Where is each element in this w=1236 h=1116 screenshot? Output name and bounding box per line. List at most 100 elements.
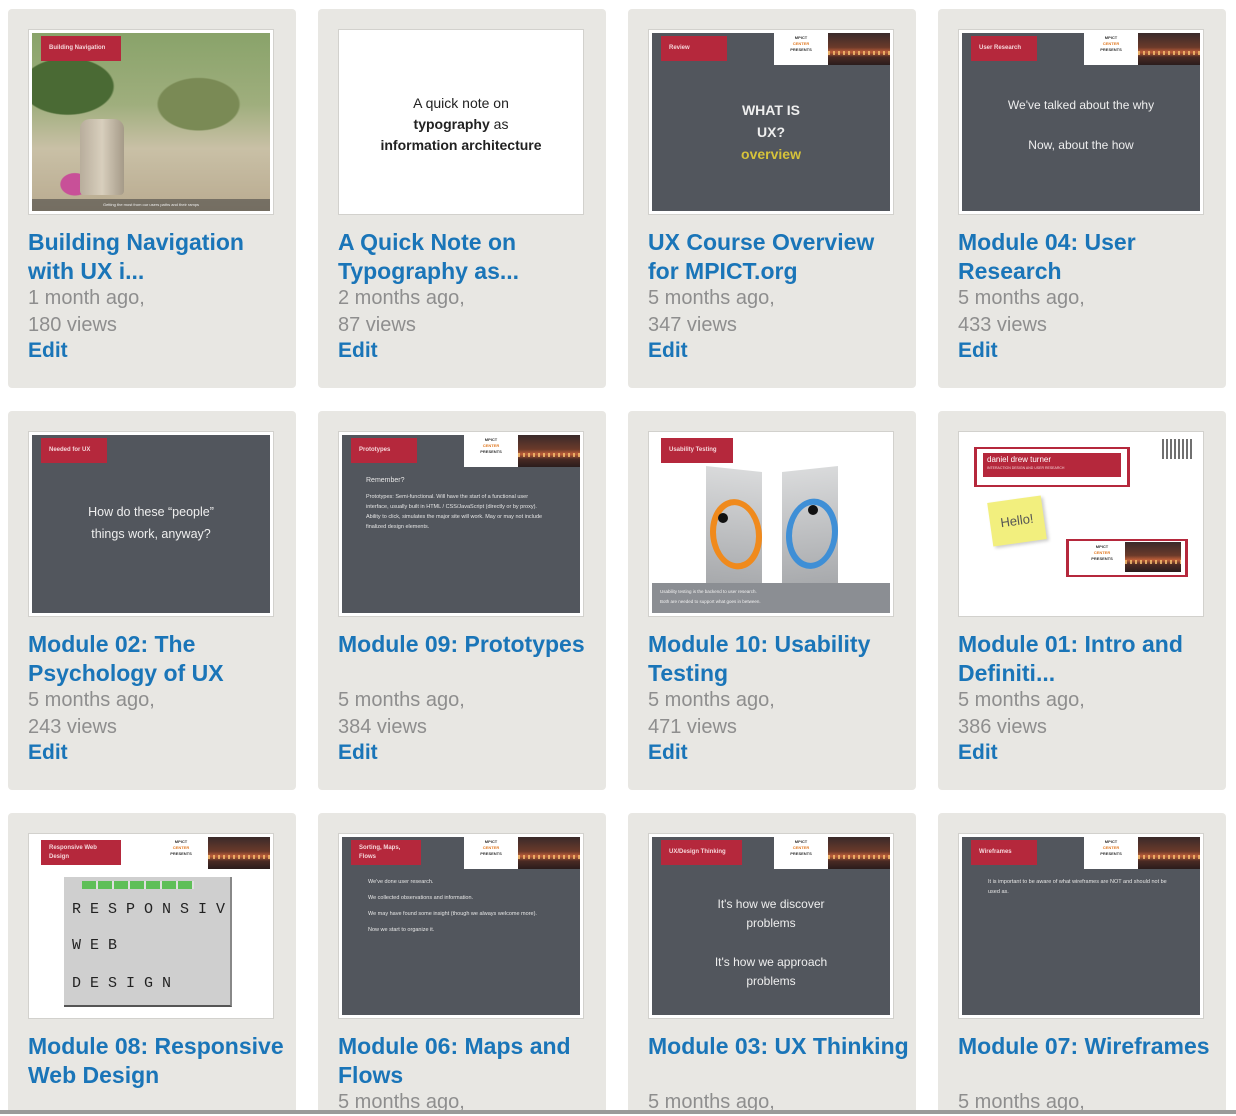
presentation-card: Review MPICT CENTER PRESENTS WHAT IS UX? o… bbox=[628, 9, 916, 388]
presentation-meta: 5 months ago, 347 views bbox=[648, 285, 775, 339]
slide-preview: Usability Testing Usability testing is t… bbox=[652, 435, 890, 613]
edit-link[interactable]: Edit bbox=[958, 741, 998, 765]
slide-word: as bbox=[489, 116, 509, 132]
presentation-title[interactable]: Module 10: Usability Testing bbox=[648, 630, 910, 688]
slide-thumbnail[interactable]: Usability Testing Usability testing is t… bbox=[648, 431, 894, 617]
brand-logo: MPICT CENTER PRESENTS bbox=[1100, 35, 1122, 52]
presentation-title[interactable]: Building Navigation with UX i... bbox=[28, 228, 290, 286]
city-skyline-image bbox=[828, 837, 890, 869]
brand-banner: MPICT CENTER PRESENTS bbox=[154, 837, 270, 869]
slide-thumbnail[interactable]: UX/Design Thinking MPICT CENTER PRESENTS I… bbox=[648, 833, 894, 1019]
slide-caption-bar: Usability testing is the backend to user… bbox=[652, 583, 890, 613]
upload-time: 2 months ago, bbox=[338, 287, 465, 309]
presentation-title[interactable]: Module 03: UX Thinking bbox=[648, 1032, 910, 1061]
slide-preview: Review MPICT CENTER PRESENTS WHAT IS UX? o… bbox=[652, 33, 890, 211]
slide-preview: UX/Design Thinking MPICT CENTER PRESENTS I… bbox=[652, 837, 890, 1015]
slide-tag: Sorting, Maps, Flows bbox=[351, 840, 421, 865]
slide-line: It's how we approach bbox=[714, 955, 828, 969]
edit-link[interactable]: Edit bbox=[338, 741, 378, 765]
slide-text: Remember? Prototypes: Semi-functional. W… bbox=[366, 475, 552, 538]
edit-link[interactable]: Edit bbox=[958, 339, 998, 363]
slide-thumbnail[interactable]: A quick note on typography as informatio… bbox=[338, 29, 584, 215]
slide-caption: Getting the most from our users paths an… bbox=[32, 199, 270, 211]
view-count: 433 views bbox=[958, 314, 1047, 336]
slide-thumbnail[interactable]: Sorting, Maps, Flows MPICT CENTER PRESENTS… bbox=[338, 833, 584, 1019]
upload-time: 5 months ago, bbox=[338, 689, 465, 711]
slide-line: UX? bbox=[757, 124, 785, 140]
edit-link[interactable]: Edit bbox=[28, 339, 68, 363]
slide-line: WHAT IS bbox=[741, 102, 801, 118]
portal-panel-right bbox=[782, 466, 838, 592]
slide-line: overview bbox=[741, 146, 801, 162]
slide-thumbnail[interactable]: daniel drew turner INTERACTION DESIGN AN… bbox=[958, 431, 1204, 617]
slide-line: We collected observations and informatio… bbox=[368, 895, 474, 901]
presentation-title[interactable]: A Quick Note on Typography as... bbox=[338, 228, 600, 286]
slide-line: We've done user research. bbox=[368, 879, 434, 885]
author-name: daniel drew turner bbox=[987, 455, 1052, 464]
slide-line: We've talked about the why bbox=[1007, 98, 1155, 112]
slide-thumbnail[interactable]: Prototypes MPICT CENTER PRESENTS Remember?… bbox=[338, 431, 584, 617]
presentation-meta: 5 months ago, 433 views bbox=[958, 285, 1085, 339]
city-skyline-image bbox=[518, 837, 580, 869]
slide-preview: Needed for UX How do these “people” thin… bbox=[32, 435, 270, 613]
edit-link[interactable]: Edit bbox=[648, 741, 688, 765]
edit-link[interactable]: Edit bbox=[648, 339, 688, 363]
upload-time: 5 months ago, bbox=[28, 689, 155, 711]
presentation-title[interactable]: Module 01: Intro and Definiti... bbox=[958, 630, 1220, 688]
nav-bar-graphic bbox=[82, 881, 194, 889]
presentation-card: Building Navigation Getting the most fro… bbox=[8, 9, 296, 388]
brand-banner: MPICT CENTER PRESENTS bbox=[464, 837, 580, 869]
city-skyline-image bbox=[1125, 542, 1181, 572]
city-skyline-image bbox=[1138, 33, 1200, 65]
slide-line: WEB bbox=[72, 937, 127, 954]
presentation-title[interactable]: UX Course Overview for MPICT.org bbox=[648, 228, 910, 286]
slide-line: problems bbox=[746, 916, 796, 930]
presentation-title[interactable]: Module 07: Wireframes bbox=[958, 1032, 1220, 1061]
edit-link[interactable]: Edit bbox=[28, 741, 68, 765]
presentation-title[interactable]: Module 02: The Psychology of UX bbox=[28, 630, 290, 688]
brand-logo: MPICT CENTER PRESENTS bbox=[480, 437, 502, 454]
slide-thumbnail[interactable]: Wireframes MPICT CENTER PRESENTS It is imp… bbox=[958, 833, 1204, 1019]
slide-tag: Needed for UX bbox=[41, 438, 107, 463]
presentation-meta: 5 months ago, 243 views bbox=[28, 687, 155, 741]
view-count: 386 views bbox=[958, 716, 1047, 738]
slide-tag: Building Navigation bbox=[41, 36, 122, 61]
city-skyline-image bbox=[1138, 837, 1200, 869]
presentation-title[interactable]: Module 06: Maps and Flows bbox=[338, 1032, 600, 1090]
view-count: 384 views bbox=[338, 716, 427, 738]
stone-marker-image bbox=[80, 119, 124, 195]
brand-banner: MPICT CENTER PRESENTS bbox=[1084, 33, 1200, 65]
slide-tag: UX/Design Thinking bbox=[661, 840, 742, 865]
slide-thumbnail[interactable]: Needed for UX How do these “people” thin… bbox=[28, 431, 274, 617]
brand-banner: MPICT CENTER PRESENTS bbox=[1075, 542, 1181, 572]
brand-logo: MPICT CENTER PRESENTS bbox=[790, 35, 812, 52]
presentation-card: RESPONSIV WEB DESIGN Responsive Web Desi… bbox=[8, 813, 296, 1114]
author-subtitle: INTERACTION DESIGN AND USER RESEARCH bbox=[987, 466, 1065, 470]
edit-link[interactable]: Edit bbox=[338, 339, 378, 363]
slide-body: It is important to be aware of what wire… bbox=[988, 879, 1167, 895]
name-banner: daniel drew turner INTERACTION DESIGN AN… bbox=[974, 447, 1130, 487]
presentation-title[interactable]: Module 09: Prototypes bbox=[338, 630, 600, 659]
name-banner-fill: daniel drew turner INTERACTION DESIGN AN… bbox=[983, 453, 1121, 477]
slide-preview: Sorting, Maps, Flows MPICT CENTER PRESENTS… bbox=[342, 837, 580, 1015]
brand-logo: MPICT CENTER PRESENTS bbox=[480, 839, 502, 856]
slide-preview: Wireframes MPICT CENTER PRESENTS It is imp… bbox=[962, 837, 1200, 1015]
slide-thumbnail[interactable]: Review MPICT CENTER PRESENTS WHAT IS UX? o… bbox=[648, 29, 894, 215]
slide-thumbnail[interactable]: Building Navigation Getting the most fro… bbox=[28, 29, 274, 215]
slide-thumbnail[interactable]: RESPONSIV WEB DESIGN Responsive Web Desi… bbox=[28, 833, 274, 1019]
slide-line: DESIGN bbox=[72, 975, 181, 992]
presentation-title[interactable]: Module 08: Responsive Web Design bbox=[28, 1032, 290, 1090]
presentation-card: A quick note on typography as informatio… bbox=[318, 9, 606, 388]
slide-line: A quick note on bbox=[413, 95, 509, 111]
view-count: 87 views bbox=[338, 314, 416, 336]
view-count: 243 views bbox=[28, 716, 117, 738]
view-count: 471 views bbox=[648, 716, 737, 738]
presentation-title[interactable]: Module 04: User Research bbox=[958, 228, 1220, 286]
orange-portal-icon bbox=[710, 496, 762, 572]
upload-time: 5 months ago, bbox=[648, 287, 775, 309]
presentation-card: Usability Testing Usability testing is t… bbox=[628, 411, 916, 790]
slide-thumbnail[interactable]: User Research MPICT CENTER PRESENTS We've … bbox=[958, 29, 1204, 215]
slide-text: How do these “people” things work, anywa… bbox=[32, 501, 270, 545]
city-skyline-image bbox=[518, 435, 580, 467]
presentation-card: User Research MPICT CENTER PRESENTS We've … bbox=[938, 9, 1226, 388]
